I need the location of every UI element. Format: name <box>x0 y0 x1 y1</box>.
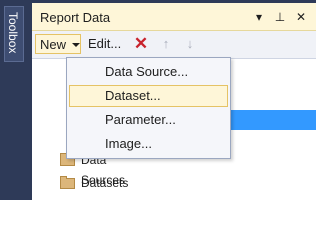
new-dropdown-menu: Data Source... Dataset... Parameter... I… <box>66 57 231 159</box>
new-button-label: New <box>40 37 67 52</box>
move-down-icon[interactable]: ↓ <box>181 34 199 54</box>
menu-item-data-source[interactable]: Data Source... <box>69 61 228 83</box>
close-icon[interactable]: ✕ <box>293 9 309 25</box>
menu-item-label: Parameter... <box>105 112 176 127</box>
edit-button[interactable]: Edit... <box>88 36 121 51</box>
menu-item-label: Data Source... <box>105 64 189 79</box>
move-up-icon[interactable]: ↑ <box>157 34 175 54</box>
menu-item-label: Image... <box>105 136 152 151</box>
panel-titlebar: Report Data ▾ ⊥ ✕ <box>32 0 316 31</box>
delete-icon[interactable]: ✕ <box>132 34 150 54</box>
menu-item-label: Dataset... <box>105 88 161 103</box>
toolbox-label[interactable]: Toolbox <box>4 6 22 60</box>
panel-title: Report Data <box>40 10 111 25</box>
panel-toolbar: New Edit... ✕ ↑ ↓ <box>32 31 316 59</box>
menu-item-parameter[interactable]: Parameter... <box>69 109 228 131</box>
menu-item-image[interactable]: Image... <box>69 133 228 155</box>
tree-item-label: Datasets <box>81 176 129 190</box>
pin-icon[interactable]: ⊥ <box>272 9 288 25</box>
window-position-dropdown-icon[interactable]: ▾ <box>251 9 267 25</box>
toolbox-strip: Toolbox <box>0 0 31 200</box>
folder-icon <box>60 176 75 189</box>
chevron-down-icon <box>72 43 80 47</box>
report-data-panel: Report Data ▾ ⊥ ✕ New Edit... ✕ ↑ ↓ Data… <box>31 0 316 200</box>
new-button[interactable]: New <box>35 34 81 54</box>
menu-item-dataset[interactable]: Dataset... <box>69 85 228 107</box>
